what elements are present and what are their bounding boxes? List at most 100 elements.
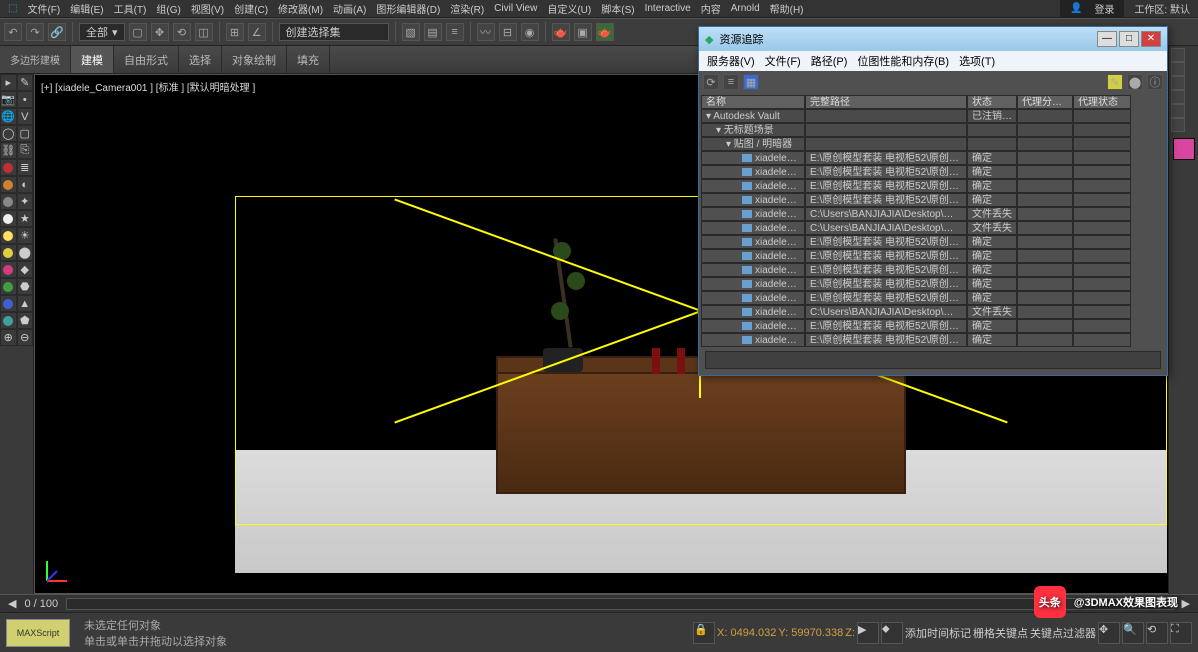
poly-model-tab[interactable]: 多边形建模 — [0, 46, 71, 73]
lt-ico10[interactable]: ☀ — [17, 227, 34, 244]
lt-white-icon[interactable] — [0, 210, 17, 227]
lt-chain-icon[interactable]: ⛓ — [0, 142, 17, 159]
dlg-menu-path[interactable]: 路径(P) — [811, 53, 848, 69]
key-filter[interactable]: 关键点过滤器 — [1030, 625, 1096, 641]
menu-create[interactable]: 创建(C) — [230, 0, 272, 17]
lt-ring-icon[interactable]: ◯ — [0, 125, 17, 142]
mirror-icon[interactable]: ▧ — [402, 23, 420, 41]
dialog-titlebar[interactable]: ◆ 资源追踪 — □ ✕ — [699, 27, 1167, 51]
cmd-create-tab[interactable] — [1171, 48, 1185, 62]
login-button[interactable]: 👤登录 — [1060, 0, 1124, 18]
cmd-util-tab[interactable] — [1171, 118, 1185, 132]
object-color-swatch[interactable] — [1173, 138, 1195, 160]
lt-yel-icon[interactable] — [0, 244, 17, 261]
menu-group[interactable]: 组(G) — [152, 0, 184, 17]
lt-red-icon[interactable] — [0, 159, 17, 176]
menu-grapheditor[interactable]: 图形编辑器(D) — [372, 0, 444, 17]
lt-v-icon[interactable]: V — [17, 108, 34, 125]
menu-render[interactable]: 渲染(R) — [446, 0, 488, 17]
lt-sun-icon[interactable] — [0, 227, 17, 244]
asset-row[interactable]: xiadele_12_1... E:\原创模型套装 电视柜52\原创模型套装 电… — [701, 151, 1165, 165]
refresh-icon[interactable]: ⟳ — [703, 74, 719, 90]
grid-keys[interactable]: 栅格关键点 — [973, 625, 1028, 641]
rotate-icon[interactable]: ⟲ — [173, 23, 191, 41]
lt-ico16[interactable]: ⊕ — [0, 329, 17, 346]
menu-script[interactable]: 脚本(S) — [597, 0, 638, 17]
asset-row[interactable]: xiadele_542f... C:\Users\BANJIAJIA\Deskt… — [701, 221, 1165, 235]
move-icon[interactable]: ✥ — [151, 23, 169, 41]
lt-globe-icon[interactable]: 🌐 — [0, 108, 17, 125]
add-time-tag[interactable]: 添加时间标记 — [905, 625, 971, 641]
dlg-menu-bitmap[interactable]: 位图性能和内存(B) — [857, 53, 949, 69]
curve-editor-icon[interactable]: 〰 — [477, 23, 495, 41]
table-icon[interactable]: ▦ — [743, 74, 759, 90]
lt-ico13[interactable]: ⬣ — [17, 278, 34, 295]
lt-gray-icon[interactable] — [0, 193, 17, 210]
lt-ico8[interactable]: ✦ — [17, 193, 34, 210]
lt-blue-icon[interactable] — [0, 295, 17, 312]
dlg-menu-options[interactable]: 选项(T) — [959, 53, 995, 69]
lt-dot-icon[interactable]: • — [17, 91, 34, 108]
col-status[interactable]: 状态 — [967, 95, 1017, 109]
ribbon-tab-fill[interactable]: 填充 — [287, 46, 330, 73]
col-path[interactable]: 完整路径 — [805, 95, 967, 109]
menu-custom[interactable]: 自定义(U) — [543, 0, 595, 17]
menu-arnold[interactable]: Arnold — [727, 2, 764, 15]
cmd-hier-tab[interactable] — [1171, 76, 1185, 90]
key-icon[interactable]: ⬥ — [881, 622, 903, 644]
angle-snap-icon[interactable]: ∠ — [248, 23, 266, 41]
nav-max-icon[interactable]: ⛶ — [1170, 622, 1192, 644]
dialog-path-input[interactable] — [705, 351, 1161, 369]
asset-row[interactable]: xiadele_TR_1... E:\原创模型套装 电视柜52\原创模型套装 电… — [701, 319, 1165, 333]
selection-set-dropdown[interactable]: 创建选择集 — [279, 23, 389, 41]
col-pstat[interactable]: 代理状态 — [1073, 95, 1131, 109]
asset-row[interactable]: xiadele_g7.jpg E:\原创模型套装 电视柜52\原创模型套装 电.… — [701, 263, 1165, 277]
lt-box-icon[interactable]: ▢ — [17, 125, 34, 142]
highlight-icon[interactable]: ✎ — [1107, 74, 1123, 90]
minimize-button[interactable]: — — [1097, 31, 1117, 47]
menu-tools[interactable]: 工具(T) — [110, 0, 151, 17]
status-icon[interactable]: ⬤ — [1127, 74, 1143, 90]
tree-row[interactable]: ▾ 无标题场景 — [701, 123, 1165, 137]
menu-content[interactable]: 内容 — [697, 0, 725, 17]
render-frame-icon[interactable]: ▣ — [574, 23, 592, 41]
layers-icon[interactable]: ≡ — [446, 23, 464, 41]
tree-icon[interactable]: ≡ — [723, 74, 739, 90]
render-icon[interactable]: 🫖 — [596, 23, 614, 41]
cmd-display-tab[interactable] — [1171, 104, 1185, 118]
asset-row[interactable]: xiadele_a02a... E:\原创模型套装 电视柜52\原创模型套装 电… — [701, 235, 1165, 249]
nav-zoom-icon[interactable]: 🔍 — [1122, 622, 1144, 644]
play-icon[interactable]: ▶ — [857, 622, 879, 644]
ribbon-tab-select[interactable]: 选择 — [179, 46, 222, 73]
align-icon[interactable]: ▤ — [424, 23, 442, 41]
lt-ico15[interactable]: ⬟ — [17, 312, 34, 329]
link-icon[interactable]: 🔗 — [48, 23, 66, 41]
close-button[interactable]: ✕ — [1141, 31, 1161, 47]
menu-file[interactable]: 文件(F) — [23, 0, 64, 17]
asset-row[interactable]: xiadele_js00... E:\原创模型套装 电视柜52\原创模型套装 电… — [701, 291, 1165, 305]
dlg-menu-file[interactable]: 文件(F) — [765, 53, 801, 69]
scale-icon[interactable]: ◫ — [195, 23, 213, 41]
menu-edit[interactable]: 编辑(E) — [66, 0, 107, 17]
tree-row[interactable]: ▾ Autodesk Vault 已注销 (信... — [701, 109, 1165, 123]
lt-ico9[interactable]: ★ — [17, 210, 34, 227]
lt-pink-icon[interactable] — [0, 261, 17, 278]
viewport-label[interactable]: [+] [xiadele_Camera001 ] [标准 ] [默认明暗处理 ] — [41, 79, 255, 94]
cmd-modify-tab[interactable] — [1171, 62, 1185, 76]
lt-cam-icon[interactable]: 📷 — [0, 91, 17, 108]
prev-key-icon[interactable]: ◀ — [8, 597, 16, 610]
asset-row[interactable]: xiadele_js00... E:\原创模型套装 电视柜52\原创模型套装 电… — [701, 277, 1165, 291]
lt-teal-icon[interactable] — [0, 312, 17, 329]
ribbon-tab-objpaint[interactable]: 对象绘制 — [222, 46, 287, 73]
undo-icon[interactable]: ↶ — [4, 23, 22, 41]
nav-orbit-icon[interactable]: ⟲ — [1146, 622, 1168, 644]
col-name[interactable]: 名称 — [701, 95, 805, 109]
asset-row[interactable]: xiadele_2016... C:\Users\BANJIAJIA\Deskt… — [701, 207, 1165, 221]
lt-green-icon[interactable] — [0, 278, 17, 295]
snap-icon[interactable]: ⊞ — [226, 23, 244, 41]
lt-ico17[interactable]: ⊖ — [17, 329, 34, 346]
asset-row[interactable]: xiadele_Conc... E:\原创模型套装 电视柜52\原创模型套装 电… — [701, 249, 1165, 263]
maxscript-button[interactable]: MAXScript — [6, 619, 70, 647]
menu-interactive[interactable]: Interactive — [641, 2, 695, 15]
workspace-dropdown[interactable]: 工作区: 默认 — [1130, 0, 1194, 17]
